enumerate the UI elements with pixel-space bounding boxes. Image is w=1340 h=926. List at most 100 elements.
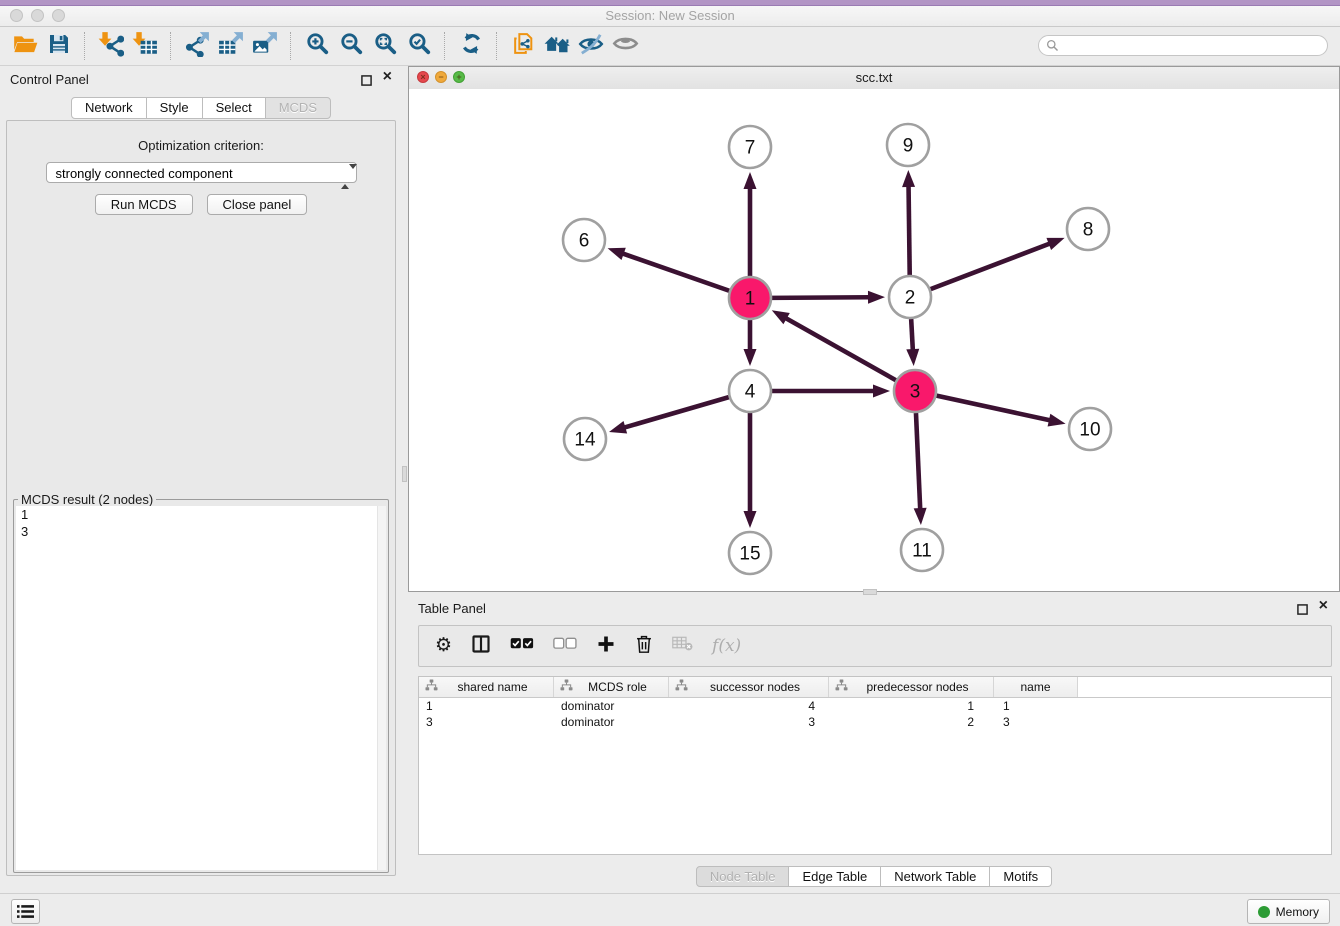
memory-label: Memory	[1276, 905, 1319, 919]
header-filler	[1078, 677, 1331, 697]
arrowhead-1-7	[744, 172, 757, 189]
refresh-icon	[459, 31, 484, 61]
tab-motifs[interactable]: Motifs	[989, 866, 1052, 887]
cell: dominator	[554, 699, 669, 713]
close-table-panel-icon[interactable]: ×	[1319, 597, 1328, 615]
show-neighbors-button[interactable]	[540, 30, 574, 62]
column-header-MCDS-role[interactable]: MCDS role	[554, 677, 669, 697]
toolbar-separator	[444, 32, 446, 60]
import-network-button[interactable]	[94, 30, 128, 62]
result-scrollbar[interactable]	[377, 506, 386, 870]
tab-edge-table[interactable]: Edge Table	[788, 866, 881, 887]
edge-3-11[interactable]	[916, 413, 920, 510]
table-row[interactable]: 1dominator411	[419, 698, 1331, 714]
float-panel-icon[interactable]	[361, 73, 372, 91]
column-header-successor-nodes[interactable]: successor nodes	[669, 677, 829, 697]
show-neighbors-icon	[544, 30, 571, 62]
memory-button[interactable]: Memory	[1247, 899, 1330, 924]
split-view-button[interactable]	[471, 634, 491, 659]
arrowhead-1-4	[744, 349, 757, 366]
delete-column-icon	[635, 634, 653, 659]
tab-network-table[interactable]: Network Table	[880, 866, 990, 887]
edge-2-9[interactable]	[909, 185, 910, 275]
network-canvas[interactable]: 7968124314101511	[409, 89, 1339, 591]
edge-2-8[interactable]	[931, 243, 1051, 289]
zoom-out-button[interactable]	[334, 30, 368, 62]
zoom-out-icon	[339, 31, 364, 61]
node-label-11: 11	[912, 541, 932, 562]
zoom-selected-button[interactable]	[402, 30, 436, 62]
edge-3-1[interactable]	[785, 318, 896, 381]
run-mcds-button[interactable]: Run MCDS	[95, 194, 193, 215]
attribute-tree-icon	[835, 678, 848, 696]
add-column-icon	[596, 634, 616, 659]
result-item[interactable]: 1	[16, 506, 386, 523]
edge-1-2[interactable]	[772, 297, 870, 298]
select-all-button[interactable]	[510, 637, 534, 655]
show-all-button[interactable]	[608, 30, 642, 62]
criterion-select[interactable]: strongly connected component	[46, 162, 357, 183]
tab-select[interactable]: Select	[202, 97, 266, 119]
settings-button[interactable]: ⚙	[435, 636, 452, 656]
zoom-fit-icon	[373, 31, 398, 61]
arrowhead-4-3	[873, 385, 890, 398]
duplicate-network-button[interactable]	[506, 30, 540, 62]
arrowhead-3-1	[772, 310, 790, 324]
cell: 3	[669, 715, 829, 729]
mcds-result-title: MCDS result (2 nodes)	[18, 492, 156, 507]
function-builder-button: f(x)	[712, 636, 741, 656]
edge-4-14[interactable]	[623, 397, 728, 428]
arrowhead-1-6	[608, 248, 626, 260]
tab-mcds[interactable]: MCDS	[265, 97, 331, 119]
column-header-predecessor-nodes[interactable]: predecessor nodes	[829, 677, 994, 697]
select-stepper-icon	[341, 166, 350, 180]
mcds-result-list[interactable]: 13	[16, 506, 386, 870]
node-label-14: 14	[574, 430, 596, 451]
edge-1-6[interactable]	[622, 253, 729, 291]
hide-selected-button[interactable]	[574, 30, 608, 62]
export-table-button[interactable]	[214, 30, 248, 62]
add-column-button[interactable]	[596, 634, 616, 659]
delete-column-button[interactable]	[635, 634, 653, 659]
open-session-button[interactable]	[8, 30, 42, 62]
network-graph[interactable]: 7968124314101511	[409, 89, 1339, 592]
zoom-in-button[interactable]	[300, 30, 334, 62]
search-input[interactable]	[1063, 37, 1327, 54]
task-history-button[interactable]	[11, 899, 40, 924]
close-panel-button[interactable]: Close panel	[207, 194, 308, 215]
edge-2-3[interactable]	[911, 319, 913, 351]
arrowhead-4-14	[609, 421, 627, 433]
save-session-button[interactable]	[42, 30, 76, 62]
float-table-panel-icon[interactable]	[1297, 602, 1308, 620]
import-table-button[interactable]	[128, 30, 162, 62]
table-toolbar: ⚙ f(x)	[418, 625, 1332, 667]
export-network-icon	[184, 31, 210, 62]
search-box[interactable]	[1038, 35, 1328, 56]
export-image-button[interactable]	[248, 30, 282, 62]
node-table[interactable]: shared nameMCDS rolesuccessor nodesprede…	[418, 676, 1332, 855]
column-header-name[interactable]: name	[994, 677, 1078, 697]
node-label-4: 4	[745, 382, 756, 403]
arrowhead-3-11	[914, 508, 927, 525]
zoom-fit-button[interactable]	[368, 30, 402, 62]
node-label-9: 9	[903, 136, 914, 157]
edge-3-10[interactable]	[936, 396, 1050, 421]
status-bar: Memory	[0, 893, 1340, 926]
import-table-icon	[132, 31, 158, 62]
network-window-titlebar[interactable]: × − + scc.txt	[409, 67, 1339, 90]
tab-network[interactable]: Network	[71, 97, 147, 119]
export-network-button[interactable]	[180, 30, 214, 62]
column-header-shared-name[interactable]: shared name	[419, 677, 554, 697]
table-row[interactable]: 3dominator323	[419, 714, 1331, 730]
tab-style[interactable]: Style	[146, 97, 203, 119]
close-panel-icon[interactable]: ×	[383, 68, 392, 86]
deselect-all-button[interactable]	[553, 637, 577, 655]
result-item[interactable]: 3	[16, 523, 386, 540]
splitter-grip[interactable]	[402, 466, 407, 482]
toolbar-separator	[84, 32, 86, 60]
refresh-button[interactable]	[454, 30, 488, 62]
main-toolbar	[0, 27, 1340, 66]
node-label-2: 2	[905, 288, 916, 309]
table-tabs: Node TableEdge TableNetwork TableMotifs	[408, 866, 1340, 887]
tab-node-table[interactable]: Node Table	[696, 866, 790, 887]
